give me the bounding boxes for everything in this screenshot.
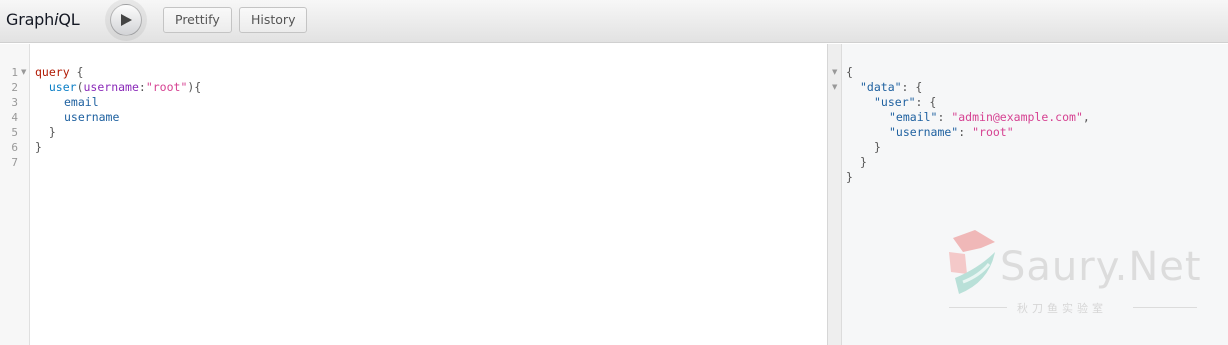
result-line: "data": {: [860, 80, 923, 94]
field-name: username: [64, 110, 120, 124]
result-line: }: [846, 170, 853, 184]
result-line: {: [846, 65, 853, 79]
watermark-rule: [949, 307, 1007, 308]
play-icon: [121, 14, 132, 26]
app-title: GraphiQL: [6, 10, 80, 29]
watermark-text: Saury.Net: [1000, 244, 1202, 290]
line-number-gutter: 1 2 3 4 5 6 7 ▼: [0, 44, 30, 345]
result-line: "user": {: [874, 95, 937, 109]
fold-arrow-icon[interactable]: ▼: [21, 65, 26, 80]
json-value: "root": [972, 125, 1014, 139]
result-line: }: [874, 140, 881, 154]
line-number: 4: [11, 111, 18, 124]
watermark: Saury.Net 秋刀鱼实验室: [945, 226, 1205, 318]
line-number: 1: [11, 66, 18, 79]
field-name: user: [48, 80, 77, 94]
code-line: query {: [35, 65, 83, 80]
watermark-rule: [1133, 307, 1197, 308]
result-line: "email": "admin@example.com",: [889, 110, 1090, 124]
json-value: "admin@example.com": [951, 110, 1083, 124]
line-number: 6: [11, 141, 18, 154]
json-key: "data": [860, 80, 902, 94]
fold-arrow-icon[interactable]: ▼: [832, 65, 837, 80]
toolbar: GraphiQL Prettify History: [0, 0, 1228, 43]
line-number: 3: [11, 96, 18, 109]
code-line: }: [35, 140, 42, 154]
code-line: email: [64, 95, 99, 110]
prettify-button[interactable]: Prettify: [163, 7, 232, 33]
title-part: Graph: [6, 10, 55, 29]
code-punct: {: [69, 65, 84, 79]
json-key: "user": [874, 95, 916, 109]
watermark-subtext: 秋刀鱼实验室: [1017, 302, 1107, 315]
code-line: username: [64, 110, 119, 125]
result-line: "username": "root": [889, 125, 1014, 139]
result-divider[interactable]: ▼ ▼: [828, 44, 842, 345]
result-line: }: [860, 155, 867, 169]
line-number: 2: [11, 81, 18, 94]
json-key: "username": [889, 125, 959, 139]
code-punct: (: [76, 80, 84, 94]
code-punct: :: [138, 80, 146, 94]
history-button[interactable]: History: [239, 7, 308, 33]
title-part: QL: [58, 10, 80, 29]
argument-value: "root": [145, 80, 188, 94]
fold-arrow-icon[interactable]: ▼: [832, 80, 837, 95]
watermark-logo-icon: [949, 230, 995, 294]
argument-name: username: [83, 80, 139, 94]
code-line: }: [35, 125, 56, 139]
code-line: user(username:"root"){: [35, 80, 201, 95]
json-key: "email": [889, 110, 938, 124]
query-editor[interactable]: 1 2 3 4 5 6 7 ▼ query { user(username:"r…: [0, 44, 828, 345]
line-number: 7: [11, 156, 18, 169]
field-name: email: [64, 95, 99, 109]
execute-query-button[interactable]: [110, 4, 142, 36]
code-punct: ){: [187, 80, 202, 94]
query-keyword: query: [35, 65, 70, 79]
line-number: 5: [11, 126, 18, 139]
